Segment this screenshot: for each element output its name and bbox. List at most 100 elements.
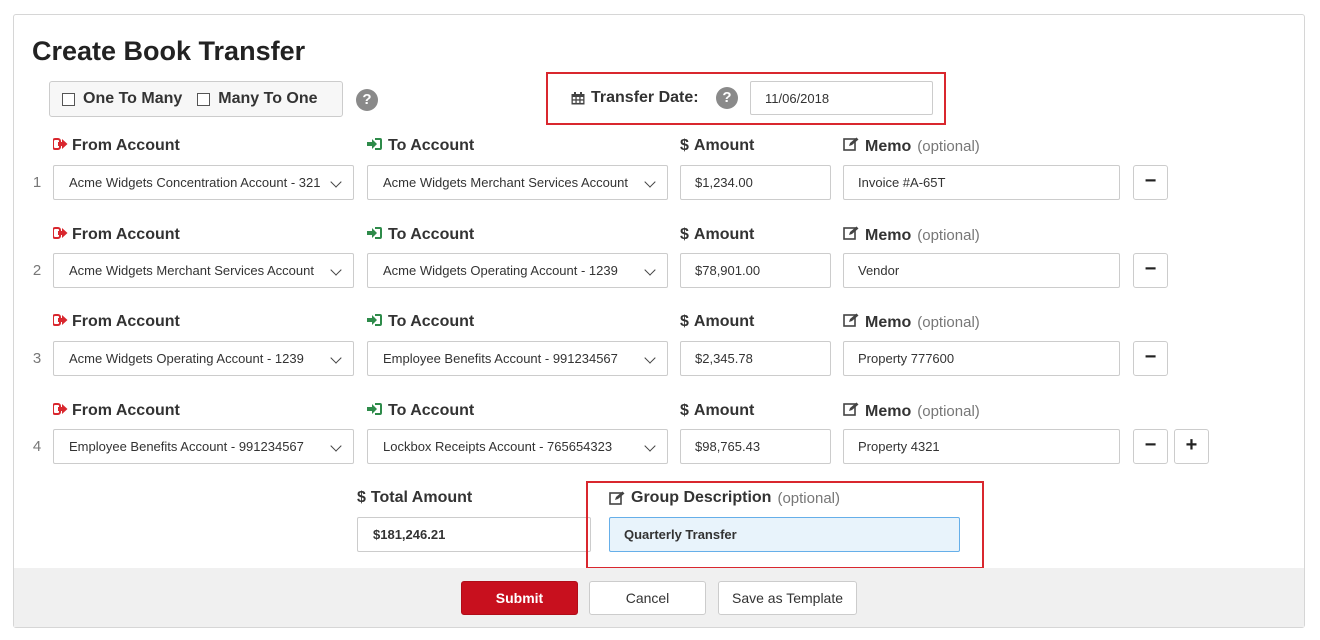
one-to-many-checkbox[interactable] xyxy=(62,92,75,106)
remove-row-button[interactable]: − xyxy=(1133,429,1168,464)
row-number: 4 xyxy=(32,438,42,455)
page-title: Create Book Transfer xyxy=(32,36,306,66)
to-account-value: Acme Widgets Merchant Services Account xyxy=(383,175,628,190)
to-account-text: To Account xyxy=(388,402,475,419)
to-account-icon xyxy=(367,226,388,244)
amount-input[interactable]: $1,234.00 xyxy=(680,165,831,200)
many-to-one-option[interactable]: Many To One xyxy=(197,90,318,108)
memo-optional: (optional) xyxy=(917,138,980,155)
save-as-template-button[interactable]: Save as Template xyxy=(718,581,857,615)
from-account-value: Acme Widgets Operating Account - 1239 xyxy=(69,351,304,366)
amount-input[interactable]: $2,345.78 xyxy=(680,341,831,376)
from-account-icon xyxy=(53,137,72,155)
from-account-value: Employee Benefits Account - 991234567 xyxy=(69,439,304,454)
from-account-select[interactable]: Acme Widgets Merchant Services Account xyxy=(53,253,354,288)
group-description-text: Group Description xyxy=(631,489,772,506)
chevron-down-icon xyxy=(644,352,656,364)
from-account-select[interactable]: Acme Widgets Concentration Account - 321 xyxy=(53,165,354,200)
memo-input[interactable]: Invoice #A-65T xyxy=(843,165,1120,200)
to-account-label: To Account xyxy=(367,137,474,155)
memo-label: Memo (optional) xyxy=(843,402,980,421)
from-account-label: From Account xyxy=(53,313,180,331)
submit-button[interactable]: Submit xyxy=(461,581,578,615)
add-row-button[interactable]: + xyxy=(1174,429,1209,464)
from-account-value: Acme Widgets Concentration Account - 321 xyxy=(69,175,321,190)
from-account-label: From Account xyxy=(53,402,180,420)
one-to-many-option[interactable]: One To Many xyxy=(62,90,182,108)
memo-optional: (optional) xyxy=(917,403,980,420)
memo-input[interactable]: Property 4321 xyxy=(843,429,1120,464)
chevron-down-icon xyxy=(644,440,656,452)
from-account-icon xyxy=(53,226,72,244)
group-description-label: Group Description (optional) xyxy=(609,489,840,507)
to-account-label: To Account xyxy=(367,402,474,420)
row-number: 1 xyxy=(32,174,42,191)
cancel-button[interactable]: Cancel xyxy=(589,581,706,615)
from-account-text: From Account xyxy=(72,402,180,419)
from-account-icon xyxy=(53,313,72,331)
amount-text: Amount xyxy=(693,313,755,330)
chevron-down-icon xyxy=(644,264,656,276)
amount-label: $ Amount xyxy=(680,137,754,155)
dollar-icon: $ xyxy=(680,226,689,243)
from-account-text: From Account xyxy=(72,313,180,330)
dollar-icon: $ xyxy=(680,313,689,330)
to-account-text: To Account xyxy=(388,313,475,330)
remove-row-button[interactable]: − xyxy=(1133,341,1168,376)
amount-label: $ Amount xyxy=(680,313,754,331)
memo-text: Memo xyxy=(865,402,912,420)
from-account-label: From Account xyxy=(53,137,180,155)
to-account-text: To Account xyxy=(388,226,475,243)
from-account-text: From Account xyxy=(72,226,180,243)
group-description-input[interactable]: Quarterly Transfer xyxy=(609,517,960,552)
to-account-select[interactable]: Acme Widgets Operating Account - 1239 xyxy=(367,253,668,288)
memo-input[interactable]: Vendor xyxy=(843,253,1120,288)
from-account-label: From Account xyxy=(53,226,180,244)
transfer-date-input[interactable]: 11/06/2018 xyxy=(750,81,933,115)
from-account-text: From Account xyxy=(72,137,180,154)
mode-help-icon[interactable]: ? xyxy=(356,89,378,111)
remove-row-button[interactable]: − xyxy=(1133,165,1168,200)
to-account-label: To Account xyxy=(367,226,474,244)
transfer-date-help-icon[interactable]: ? xyxy=(716,87,738,109)
amount-label: $ Amount xyxy=(680,226,754,244)
memo-input[interactable]: Property 777600 xyxy=(843,341,1120,376)
edit-icon xyxy=(843,313,865,332)
to-account-select[interactable]: Acme Widgets Merchant Services Account xyxy=(367,165,668,200)
to-account-value: Lockbox Receipts Account - 765654323 xyxy=(383,439,613,454)
transfer-date-label: Transfer Date: xyxy=(571,89,699,107)
group-description-optional: (optional) xyxy=(777,489,840,507)
to-account-select[interactable]: Employee Benefits Account - 991234567 xyxy=(367,341,668,376)
to-account-select[interactable]: Lockbox Receipts Account - 765654323 xyxy=(367,429,668,464)
total-amount-text: Total Amount xyxy=(370,489,473,506)
from-account-select[interactable]: Employee Benefits Account - 991234567 xyxy=(53,429,354,464)
dollar-icon: $ xyxy=(680,137,689,154)
memo-text: Memo xyxy=(865,313,912,331)
edit-icon xyxy=(843,137,865,156)
from-account-icon xyxy=(53,402,72,420)
chevron-down-icon xyxy=(330,264,342,276)
row-number: 3 xyxy=(32,350,42,367)
chevron-down-icon xyxy=(330,440,342,452)
many-to-one-checkbox[interactable] xyxy=(197,92,211,106)
to-account-icon xyxy=(367,137,388,155)
transfer-date-text: Transfer Date: xyxy=(591,89,699,106)
transfer-mode-group: One To Many Many To One xyxy=(49,81,343,117)
one-to-many-label: One To Many xyxy=(83,90,183,107)
remove-row-button[interactable]: − xyxy=(1133,253,1168,288)
from-account-select[interactable]: Acme Widgets Operating Account - 1239 xyxy=(53,341,354,376)
from-account-value: Acme Widgets Merchant Services Account xyxy=(69,263,314,278)
chevron-down-icon xyxy=(644,176,656,188)
amount-input[interactable]: $78,901.00 xyxy=(680,253,831,288)
to-account-value: Employee Benefits Account - 991234567 xyxy=(383,351,618,366)
to-account-icon xyxy=(367,402,388,420)
amount-text: Amount xyxy=(693,137,755,154)
memo-text: Memo xyxy=(865,226,912,244)
amount-input[interactable]: $98,765.43 xyxy=(680,429,831,464)
memo-label: Memo (optional) xyxy=(843,226,980,245)
to-account-label: To Account xyxy=(367,313,474,331)
edit-icon xyxy=(609,491,625,505)
memo-text: Memo xyxy=(865,137,912,155)
amount-text: Amount xyxy=(693,226,755,243)
memo-label: Memo (optional) xyxy=(843,137,980,156)
